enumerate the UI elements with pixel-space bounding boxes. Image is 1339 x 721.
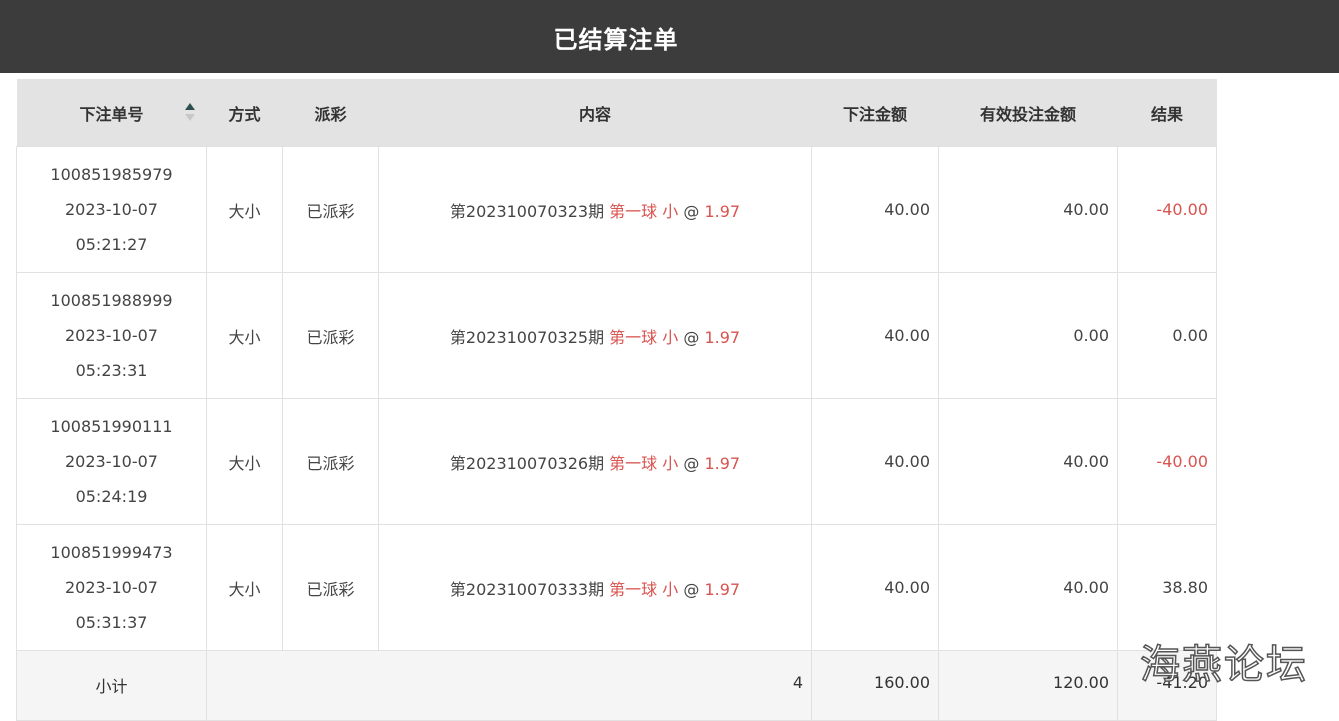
- odds-value: 1.97: [704, 327, 741, 347]
- table-row: 100851988999 2023-10-07 05:23:31 大小 已派彩 …: [16, 272, 1217, 399]
- order-number: 100851990111: [50, 417, 173, 436]
- sort-ascending-icon: [184, 103, 195, 110]
- column-header-bet-amount: 下注金额: [811, 79, 939, 147]
- period-label: 第202310070325期: [449, 327, 605, 347]
- order-cell: 100851999473 2023-10-07 05:31:37: [16, 524, 207, 651]
- order-date: 2023-10-07: [65, 326, 158, 345]
- method-cell: 大小: [206, 272, 283, 399]
- column-header-result: 结果: [1117, 79, 1217, 147]
- method-cell: 大小: [206, 398, 283, 525]
- at-symbol: @: [683, 327, 700, 347]
- content-cell: 第202310070323期 第一球 小 @ 1.97: [378, 146, 812, 273]
- content-cell: 第202310070333期 第一球 小 @ 1.97: [378, 524, 812, 651]
- pick-label: 第一球 小: [609, 453, 679, 473]
- order-date: 2023-10-07: [65, 200, 158, 219]
- bet-amount-cell: 40.00: [811, 272, 939, 399]
- order-time: 05:24:19: [75, 487, 148, 506]
- order-cell: 100851985979 2023-10-07 05:21:27: [16, 146, 207, 273]
- settled-bets-table-container: 下注单号 方式 派彩 内容 下注金额 有效投注金额 结果 10085198597…: [16, 79, 1217, 721]
- order-time: 05:21:27: [75, 235, 148, 254]
- method-cell: 大小: [206, 524, 283, 651]
- table-row: 100851985979 2023-10-07 05:21:27 大小 已派彩 …: [16, 146, 1217, 273]
- subtotal-label: 小计: [16, 650, 207, 721]
- payout-cell: 已派彩: [282, 272, 379, 399]
- order-number: 100851985979: [50, 165, 173, 184]
- column-header-valid-amount: 有效投注金额: [938, 79, 1118, 147]
- pick-label: 第一球 小: [609, 579, 679, 599]
- bet-amount-cell: 40.00: [811, 146, 939, 273]
- subtotal-bet-amount: 160.00: [811, 650, 939, 721]
- result-cell: -40.00: [1117, 398, 1217, 525]
- valid-amount-cell: 40.00: [938, 524, 1118, 651]
- order-time: 05:23:31: [75, 361, 148, 380]
- sort-icon[interactable]: [184, 103, 195, 123]
- order-cell: 100851990111 2023-10-07 05:24:19: [16, 398, 207, 525]
- content-cell: 第202310070326期 第一球 小 @ 1.97: [378, 398, 812, 525]
- period-label: 第202310070323期: [449, 201, 605, 221]
- order-date: 2023-10-07: [65, 578, 158, 597]
- subtotal-count: 4: [206, 650, 812, 721]
- forum-watermark: 海燕论坛: [1139, 641, 1308, 689]
- column-header-order-no[interactable]: 下注单号: [16, 79, 207, 147]
- column-header-label: 下注单号: [79, 104, 144, 124]
- table-row: 100851999473 2023-10-07 05:31:37 大小 已派彩 …: [16, 524, 1217, 651]
- sort-descending-icon: [184, 114, 195, 121]
- subtotal-row: 小计 4 160.00 120.00 -41.20: [16, 650, 1217, 721]
- order-number: 100851999473: [50, 543, 173, 562]
- bet-amount-cell: 40.00: [811, 524, 939, 651]
- order-time: 05:31:37: [75, 613, 148, 632]
- page-header: 已结算注单: [0, 0, 1339, 73]
- period-label: 第202310070333期: [449, 579, 605, 599]
- column-header-payout: 派彩: [282, 79, 379, 147]
- column-header-content: 内容: [378, 79, 812, 147]
- odds-value: 1.97: [704, 579, 741, 599]
- payout-cell: 已派彩: [282, 524, 379, 651]
- page-title: 已结算注单: [553, 26, 679, 54]
- valid-amount-cell: 40.00: [938, 146, 1118, 273]
- period-label: 第202310070326期: [449, 453, 605, 473]
- table-row: 100851990111 2023-10-07 05:24:19 大小 已派彩 …: [16, 398, 1217, 525]
- at-symbol: @: [683, 453, 700, 473]
- at-symbol: @: [683, 579, 700, 599]
- column-header-method: 方式: [206, 79, 283, 147]
- valid-amount-cell: 0.00: [938, 272, 1118, 399]
- order-cell: 100851988999 2023-10-07 05:23:31: [16, 272, 207, 399]
- result-cell: 0.00: [1117, 272, 1217, 399]
- order-number: 100851988999: [50, 291, 173, 310]
- pick-label: 第一球 小: [609, 201, 679, 221]
- bet-amount-cell: 40.00: [811, 398, 939, 525]
- pick-label: 第一球 小: [609, 327, 679, 347]
- table-header-row: 下注单号 方式 派彩 内容 下注金额 有效投注金额 结果: [16, 79, 1217, 147]
- subtotal-valid-amount: 120.00: [938, 650, 1118, 721]
- result-cell: -40.00: [1117, 146, 1217, 273]
- payout-cell: 已派彩: [282, 146, 379, 273]
- valid-amount-cell: 40.00: [938, 398, 1118, 525]
- order-date: 2023-10-07: [65, 452, 158, 471]
- method-cell: 大小: [206, 146, 283, 273]
- settled-bets-table: 下注单号 方式 派彩 内容 下注金额 有效投注金额 结果 10085198597…: [16, 79, 1217, 721]
- payout-cell: 已派彩: [282, 398, 379, 525]
- at-symbol: @: [683, 201, 700, 221]
- content-cell: 第202310070325期 第一球 小 @ 1.97: [378, 272, 812, 399]
- odds-value: 1.97: [704, 201, 741, 221]
- odds-value: 1.97: [704, 453, 741, 473]
